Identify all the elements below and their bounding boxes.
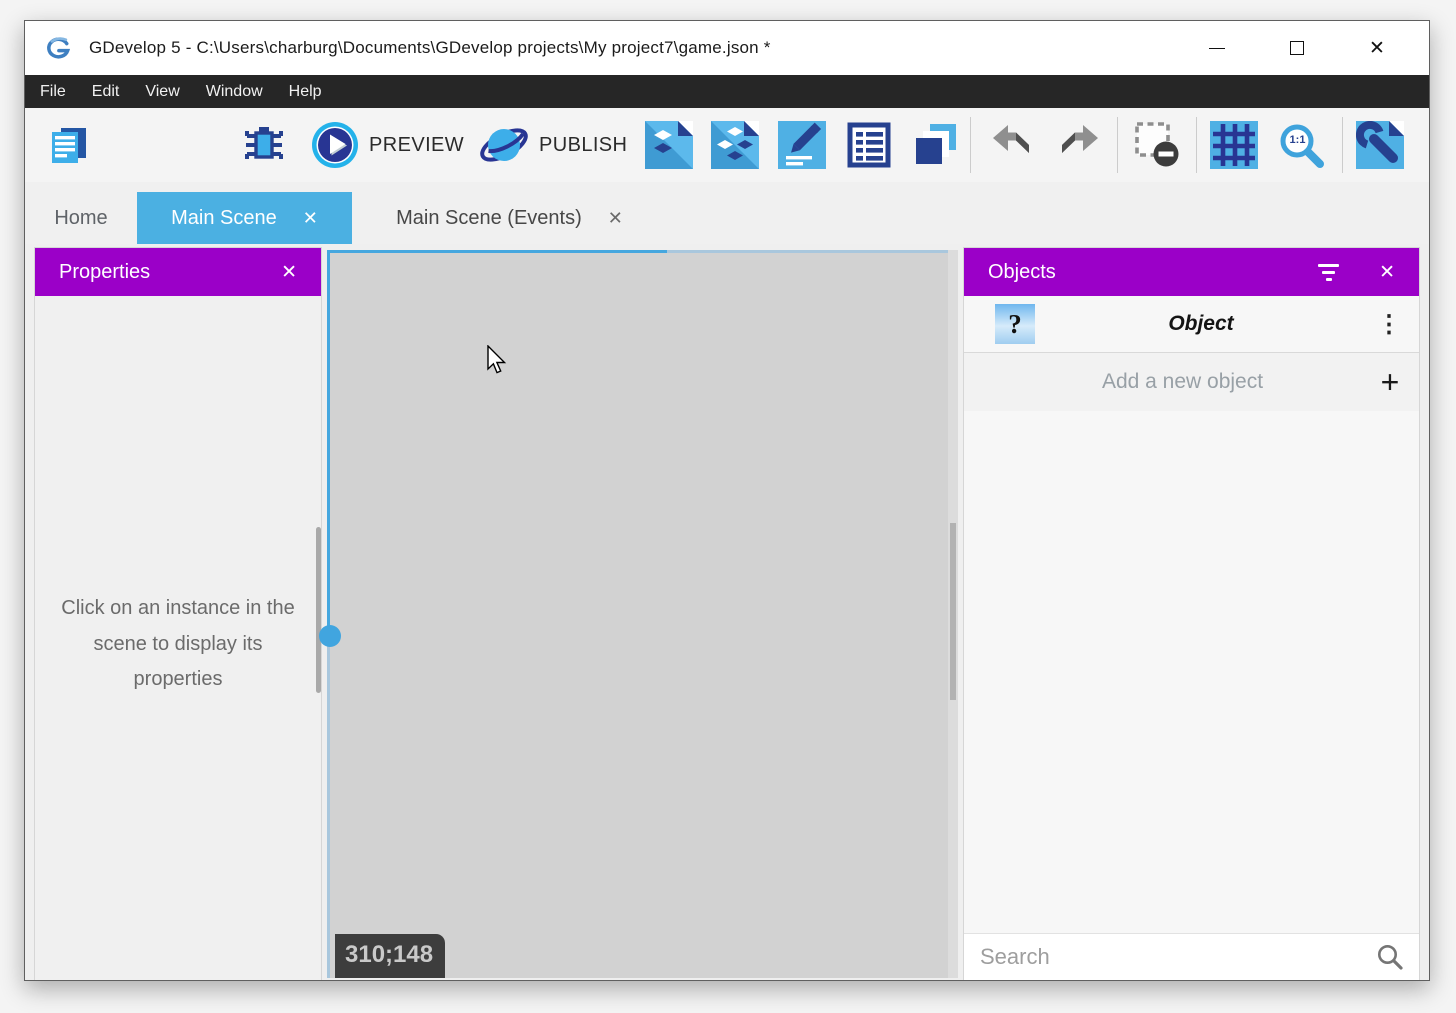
preview-label: PREVIEW	[369, 134, 464, 157]
redo-icon	[1055, 121, 1103, 169]
minimize-button[interactable]	[1201, 32, 1233, 64]
menu-window[interactable]: Window	[193, 75, 276, 108]
cursor-coordinates-badge: 310;148	[335, 934, 445, 978]
edit-objects-button[interactable]	[711, 121, 759, 169]
layers-button[interactable]	[911, 121, 959, 169]
undo-button[interactable]	[988, 121, 1036, 169]
add-object-button[interactable]: Add a new object +	[964, 353, 1419, 411]
debugger-button[interactable]	[240, 121, 288, 169]
project-manager-button[interactable]	[45, 121, 93, 169]
properties-panel-header: Properties ✕	[35, 248, 321, 296]
object-thumbnail-icon: ?	[995, 304, 1035, 344]
scene-canvas[interactable]: 310;148	[327, 250, 958, 978]
objects-search-bar	[964, 933, 1419, 980]
publish-globe-icon	[478, 120, 530, 170]
objects-panel: Objects ✕ ? Object ⋮ Add a new object +	[963, 247, 1420, 980]
canvas-scrollbar-thumb[interactable]	[950, 523, 956, 700]
scene-resize-handle-left[interactable]	[319, 625, 341, 647]
minimize-icon	[1209, 48, 1225, 49]
scene-window-border-top	[327, 250, 667, 253]
debugger-bug-icon	[240, 121, 288, 169]
toolbar-separator	[1342, 117, 1343, 173]
preview-button[interactable]: PREVIEW	[310, 121, 464, 169]
redo-button[interactable]	[1055, 121, 1103, 169]
zoom-ratio-label: 1:1	[1284, 134, 1311, 146]
add-object-label: Add a new object	[964, 370, 1361, 394]
edit-scene-button[interactable]	[645, 121, 693, 169]
window-title: GDevelop 5 - C:\Users\charburg\Documents…	[89, 38, 771, 58]
grid-button[interactable]	[1210, 121, 1258, 169]
objects-panel-header: Objects ✕	[964, 248, 1419, 296]
content-area: Properties ✕ Click on an instance in the…	[25, 244, 1429, 980]
close-button[interactable]: ✕	[1361, 32, 1393, 64]
properties-panel: Properties ✕ Click on an instance in the…	[34, 247, 322, 980]
search-icon[interactable]	[1375, 942, 1405, 972]
gdevelop-window: GDevelop 5 - C:\Users\charburg\Documents…	[24, 20, 1430, 981]
close-icon: ✕	[1369, 39, 1385, 58]
tab-home-label: Home	[54, 207, 107, 230]
object-list-item[interactable]: ? Object ⋮	[964, 296, 1419, 352]
events-sheet-button[interactable]	[845, 121, 893, 169]
edit-events-pencil-icon	[778, 121, 826, 169]
edit-events-button[interactable]	[778, 121, 826, 169]
menubar: File Edit View Window Help	[25, 75, 1429, 108]
properties-title: Properties	[59, 261, 150, 284]
close-panel-icon[interactable]: ✕	[1379, 261, 1395, 284]
objects-list-empty-area	[964, 411, 1419, 933]
close-panel-icon[interactable]: ✕	[281, 261, 297, 284]
maximize-icon	[1290, 41, 1304, 55]
layers-icon	[911, 121, 959, 169]
properties-scrollbar[interactable]	[316, 527, 321, 693]
tools-wrench-icon	[1356, 121, 1404, 169]
grid-icon	[1210, 121, 1258, 169]
preview-play-icon	[310, 120, 360, 170]
scene-tools-button[interactable]	[1356, 121, 1404, 169]
tab-main-scene-label: Main Scene	[171, 207, 277, 230]
object-menu-icon[interactable]: ⋮	[1367, 310, 1411, 339]
deselect-mask-icon	[1130, 119, 1182, 171]
publish-label: PUBLISH	[539, 134, 627, 157]
gdevelop-logo-icon	[44, 34, 72, 62]
tab-close-icon[interactable]: ✕	[608, 209, 623, 227]
menu-edit[interactable]: Edit	[79, 75, 133, 108]
tabbar: Home Main Scene ✕ Main Scene (Events) ✕	[25, 182, 1429, 244]
object-name: Object	[1035, 312, 1367, 336]
search-input[interactable]	[980, 944, 1375, 970]
scene-window-border-top-faded	[667, 250, 958, 253]
scene-window-border-left-faded	[327, 636, 330, 978]
edit-scene-icon	[645, 121, 693, 169]
edit-objects-icon	[711, 121, 759, 169]
menu-file[interactable]: File	[27, 75, 79, 108]
project-manager-icon	[45, 121, 93, 169]
filter-icon[interactable]	[1318, 264, 1339, 281]
tab-home[interactable]: Home	[25, 192, 137, 244]
events-sheet-icon	[845, 121, 893, 169]
mouse-cursor-icon	[487, 345, 509, 375]
menu-view[interactable]: View	[132, 75, 192, 108]
tab-main-scene-events-label: Main Scene (Events)	[396, 207, 582, 230]
properties-empty-message: Click on an instance in the scene to dis…	[35, 296, 321, 698]
toolbar-separator	[970, 117, 971, 173]
plus-icon: +	[1361, 364, 1419, 401]
tab-main-scene[interactable]: Main Scene ✕	[137, 192, 352, 244]
publish-button[interactable]: PUBLISH	[478, 121, 627, 169]
zoom-reset-button[interactable]: 1:1	[1277, 121, 1325, 169]
scene-window-border-left	[327, 250, 330, 636]
toolbar-separator	[1196, 117, 1197, 173]
tab-close-icon[interactable]: ✕	[303, 209, 318, 227]
deselect-button[interactable]	[1130, 121, 1182, 169]
titlebar: GDevelop 5 - C:\Users\charburg\Documents…	[25, 21, 1429, 75]
maximize-button[interactable]	[1281, 32, 1313, 64]
menu-help[interactable]: Help	[276, 75, 335, 108]
objects-title: Objects	[988, 261, 1056, 284]
toolbar: PREVIEW PUBLISH	[25, 108, 1429, 182]
undo-icon	[988, 121, 1036, 169]
tab-main-scene-events[interactable]: Main Scene (Events) ✕	[352, 192, 667, 244]
toolbar-separator	[1117, 117, 1118, 173]
